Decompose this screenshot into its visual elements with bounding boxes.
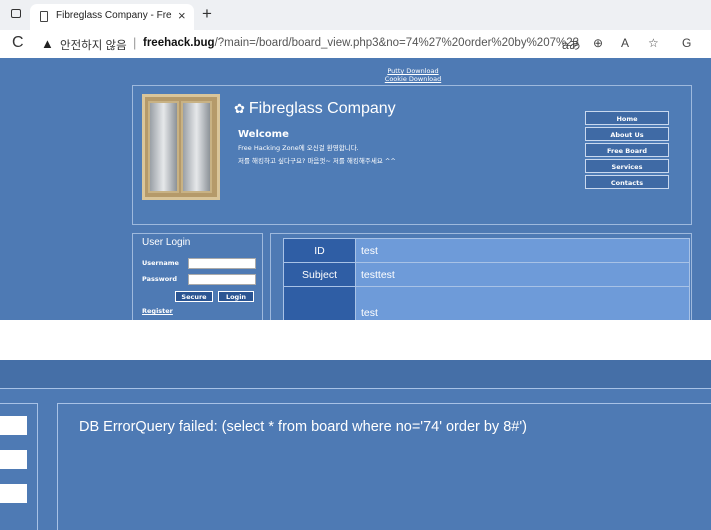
extension-icon[interactable]: G xyxy=(682,36,691,50)
content-value: test xyxy=(355,286,690,320)
id-label: ID xyxy=(283,238,356,263)
id-row: ID test xyxy=(283,238,690,263)
url-path: /?main=/board/board_view.php3&no=74%27%2… xyxy=(214,37,580,49)
reload-icon[interactable]: C xyxy=(12,34,24,52)
page-icon xyxy=(40,11,48,22)
menu-item-services[interactable]: Services xyxy=(585,159,669,173)
close-tab-icon[interactable]: × xyxy=(178,8,186,23)
cookie-download-link[interactable]: Cookie Download xyxy=(115,75,711,83)
browser-tab-bar: Fibreglass Company - Free Webs × + xyxy=(0,0,711,30)
board-view-table: ID test Subject testtest test xyxy=(283,238,690,320)
zoomed-error-view: DB ErrorQuery failed: (select * from boa… xyxy=(0,360,711,530)
zoom-extra-input[interactable] xyxy=(0,484,27,503)
zoom-username-input[interactable] xyxy=(0,416,27,435)
zoom-board-panel: DB ErrorQuery failed: (select * from boa… xyxy=(57,403,711,530)
subject-value: testtest xyxy=(355,262,690,287)
door-pane-right xyxy=(181,101,212,193)
tab-actions-icon[interactable] xyxy=(11,9,21,18)
tab-title: Fibreglass Company - Free Webs xyxy=(56,10,172,21)
zoom-top-band xyxy=(0,360,711,388)
door-pane-left xyxy=(148,101,179,193)
password-input[interactable] xyxy=(188,274,256,285)
putty-download-link[interactable]: Putty Download xyxy=(115,67,711,75)
welcome-line-1: Free Hacking Zone에 오신걸 환영합니다. xyxy=(238,144,359,152)
content-label-cell xyxy=(283,286,356,320)
url-field[interactable]: freehack.bug/?main=/board/board_view.php… xyxy=(143,37,579,49)
door-image xyxy=(142,94,220,200)
username-input[interactable] xyxy=(188,258,256,269)
welcome-line-2: 저를 해킹하고 싶다구요? 마음껏~ 저를 해킹해주세요 ^^ xyxy=(238,157,396,165)
top-links: Putty Download Cookie Download xyxy=(0,67,711,83)
favorite-star-icon[interactable]: ☆ xyxy=(648,36,659,50)
content-row: test xyxy=(283,286,690,320)
menu-item-about-us[interactable]: About Us xyxy=(585,127,669,141)
subject-row: Subject testtest xyxy=(283,262,690,287)
password-label: Password xyxy=(142,275,178,283)
zoom-icon[interactable]: ⊕ xyxy=(593,36,603,50)
url-domain: freehack.bug xyxy=(143,37,215,49)
login-button[interactable]: Login xyxy=(218,291,254,302)
menu-item-contacts[interactable]: Contacts xyxy=(585,175,669,189)
username-label: Username xyxy=(142,259,179,267)
brand-logo-icon: ✿ xyxy=(234,101,245,116)
browser-tab[interactable]: Fibreglass Company - Free Webs × xyxy=(30,4,194,30)
read-aloud-icon[interactable]: A xyxy=(621,36,629,50)
insecure-label[interactable]: 안전하지 않음 xyxy=(60,37,127,53)
brand-title: ✿ Fibreglass Company xyxy=(234,100,396,118)
id-value: test xyxy=(355,238,690,263)
zoom-divider xyxy=(0,388,711,389)
db-error-message: DB ErrorQuery failed: (select * from boa… xyxy=(79,419,527,435)
subject-label: Subject xyxy=(283,262,356,287)
board-panel: ID test Subject testtest test xyxy=(270,233,692,320)
main-menu: Home About Us Free Board Services Contac… xyxy=(585,111,669,191)
new-tab-icon[interactable]: + xyxy=(202,4,212,24)
zoom-login-panel xyxy=(0,403,38,530)
welcome-title: Welcome xyxy=(238,129,289,140)
translate-icon[interactable]: aあ xyxy=(562,36,581,53)
header-panel: ✿ Fibreglass Company Welcome Free Hacking… xyxy=(132,85,692,225)
login-panel: User Login Username Password Secure Logi… xyxy=(132,233,263,320)
zoom-password-input[interactable] xyxy=(0,450,27,469)
address-separator: | xyxy=(133,35,137,50)
menu-item-free-board[interactable]: Free Board xyxy=(585,143,669,157)
login-title: User Login xyxy=(142,237,191,248)
menu-item-home[interactable]: Home xyxy=(585,111,669,125)
register-link[interactable]: Register xyxy=(142,307,173,315)
secure-button[interactable]: Secure xyxy=(175,291,213,302)
web-page: Putty Download Cookie Download ✿ Fibregla… xyxy=(0,58,711,320)
brand-name: Fibreglass Company xyxy=(248,100,396,117)
warning-icon[interactable]: ▲ xyxy=(41,36,54,51)
address-bar: C ▲ 안전하지 않음 | freehack.bug/?main=/board/… xyxy=(0,30,711,59)
